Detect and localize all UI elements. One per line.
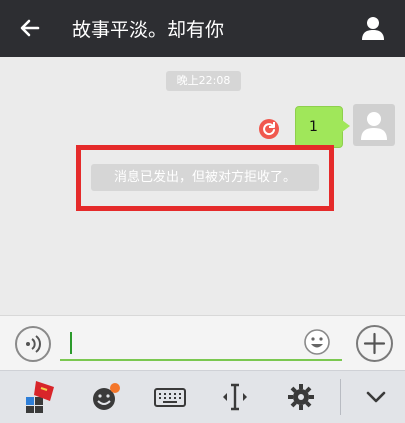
input-bar [0, 315, 405, 370]
avatar[interactable] [353, 104, 395, 146]
timestamp: 晚上22:08 [166, 71, 241, 91]
app-grid-icon[interactable] [22, 379, 58, 415]
emoji-icon[interactable] [303, 328, 331, 356]
plus-icon[interactable] [356, 325, 393, 362]
voice-icon[interactable] [15, 326, 51, 362]
keyboard-toolbar [0, 370, 405, 423]
arrow-left-icon[interactable] [16, 14, 44, 42]
message-input[interactable] [60, 326, 342, 361]
person-icon[interactable] [359, 14, 387, 42]
resend-icon[interactable] [259, 119, 279, 139]
system-message: 消息已发出，但被对方拒收了。 [91, 164, 319, 191]
sticker-icon[interactable] [88, 379, 124, 415]
chat-header: 故事平淡。却有你 [0, 0, 405, 57]
chevron-down-icon[interactable] [358, 379, 394, 415]
highlight-box: 消息已发出，但被对方拒收了。 [76, 145, 334, 211]
chat-title: 故事平淡。却有你 [72, 19, 225, 41]
settings-icon[interactable] [283, 379, 319, 415]
text-cursor [70, 332, 72, 354]
toolbar-divider [340, 379, 341, 415]
outgoing-message-bubble[interactable]: 1 [295, 106, 350, 148]
chat-area: 晚上22:08 1 消息已发出，但被对方拒收了。 [0, 57, 405, 315]
keyboard-icon[interactable] [152, 379, 188, 415]
text-cursor-icon[interactable] [217, 379, 253, 415]
